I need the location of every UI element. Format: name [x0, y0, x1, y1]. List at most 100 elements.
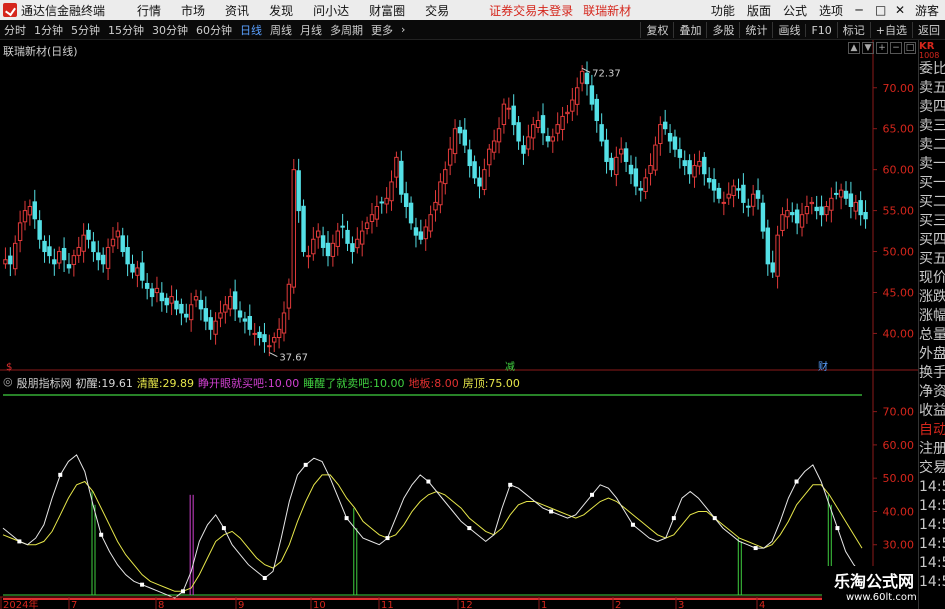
candle-body	[638, 188, 643, 191]
candle-body	[858, 200, 863, 216]
candle-body	[848, 193, 854, 208]
chevron-right-icon[interactable]: ›	[397, 23, 409, 36]
period-1min[interactable]: 1分钟	[30, 22, 67, 38]
tool-back[interactable]: 返回	[912, 22, 945, 38]
period-intraday[interactable]: 分时	[0, 22, 30, 38]
indicator-dot	[262, 576, 267, 581]
candle-body	[37, 220, 42, 240]
candle-body	[662, 121, 668, 130]
menu-wealth-circle[interactable]: 财富圈	[359, 2, 415, 19]
tool-adjust[interactable]: 复权	[640, 22, 673, 38]
candle-body	[394, 156, 399, 178]
candle-body	[262, 334, 267, 343]
indicator-dot	[549, 509, 554, 514]
menu-news[interactable]: 资讯	[215, 2, 259, 19]
period-weekly[interactable]: 周线	[266, 22, 296, 38]
menu-discover[interactable]: 发现	[259, 2, 303, 19]
candle-body	[775, 234, 780, 277]
scroll-up-icon[interactable]: ▲	[848, 42, 860, 54]
tool-mark[interactable]: 标记	[836, 22, 870, 38]
period-multi[interactable]: 多周期	[326, 22, 367, 38]
menu-quotes[interactable]: 行情	[127, 2, 171, 19]
candle-body	[770, 262, 775, 273]
candle-body	[296, 170, 301, 212]
period-5min[interactable]: 5分钟	[67, 22, 104, 38]
period-60min[interactable]: 60分钟	[192, 22, 236, 38]
candle-body	[355, 238, 360, 249]
zoom-out-icon[interactable]: −	[890, 42, 902, 54]
period-more[interactable]: 更多	[367, 22, 397, 38]
candle-body	[491, 140, 497, 153]
tool-statistics[interactable]: 统计	[739, 22, 772, 38]
panel-toggle-icon[interactable]: □	[904, 42, 916, 54]
tool-overlay[interactable]: 叠加	[673, 22, 706, 38]
candle-body	[140, 262, 145, 281]
indicator-yellow-line	[2, 474, 863, 592]
candle-body	[506, 107, 512, 110]
quote-item: 注册	[919, 441, 945, 457]
ind-y-axis-label: 50.00	[883, 472, 915, 485]
user-label[interactable]: 游客	[909, 2, 945, 19]
quote-item: 委比	[919, 61, 945, 77]
quote-item: 卖一	[919, 156, 945, 172]
y-axis-label: 60.00	[883, 164, 915, 177]
tool-multi-stock[interactable]: 多股	[706, 22, 739, 38]
candle-body	[570, 99, 575, 112]
candle-body	[330, 242, 336, 257]
menu-wenxiaoda[interactable]: 问小达	[303, 2, 359, 19]
candle-body	[242, 318, 248, 322]
candle-body	[677, 149, 683, 158]
menu-layout[interactable]: 版面	[741, 2, 777, 19]
candle-body	[125, 247, 130, 265]
candle-body	[311, 238, 316, 255]
close-icon[interactable]: ✕	[889, 3, 909, 17]
period-30min[interactable]: 30分钟	[148, 22, 192, 38]
candle-body	[604, 139, 609, 162]
tool-add-watchlist[interactable]: +自选	[869, 22, 912, 38]
candle-body	[306, 255, 311, 258]
watermark: 乐淘公式网 www.60lt.com	[822, 566, 918, 609]
candle-body	[702, 156, 707, 175]
period-daily[interactable]: 日线	[236, 22, 266, 38]
candle-body	[653, 144, 658, 171]
current-stock-name: 联瑞新材	[583, 3, 632, 18]
watermark-url: www.60lt.com	[846, 592, 917, 603]
y-axis-label: 50.00	[883, 246, 915, 259]
menu-market[interactable]: 市场	[171, 2, 215, 19]
indicator-settings-icon[interactable]: ◎	[3, 375, 13, 391]
menu-formula[interactable]: 公式	[777, 2, 813, 19]
x-axis-label: 11	[381, 600, 394, 609]
menu-trade[interactable]: 交易	[415, 2, 459, 19]
menu-functions[interactable]: 功能	[705, 2, 741, 19]
candle-body	[760, 202, 766, 232]
maximize-icon[interactable]: □	[869, 3, 889, 17]
tool-f10[interactable]: F10	[805, 23, 836, 37]
login-status[interactable]: 证券交易未登录	[489, 2, 573, 19]
candle-body	[438, 181, 443, 206]
x-axis-label: 12	[460, 600, 473, 609]
zoom-in-icon[interactable]: +	[876, 42, 888, 54]
candle-body	[535, 120, 541, 128]
period-15min[interactable]: 15分钟	[104, 22, 148, 38]
menu-options[interactable]: 选项	[813, 2, 849, 19]
indicator-dot	[467, 526, 472, 531]
menu-bar: 通达信金融终端 行情 市场 资讯 发现 问小达 财富圈 交易 证券交易未登录 联…	[0, 0, 945, 20]
candle-body	[521, 145, 526, 154]
indicator-name[interactable]: 殷朋指标网	[17, 375, 72, 391]
ind-y-axis-label: 30.00	[883, 539, 915, 552]
x-axis-label: 8	[158, 600, 164, 609]
scroll-down-icon[interactable]: ▼	[862, 42, 874, 54]
candle-body	[726, 193, 731, 199]
chart-canvas[interactable]: 70.00 65.00 60.00 55.00 50.00 45.00 40.00 72.37…	[0, 40, 918, 609]
period-monthly[interactable]: 月线	[296, 22, 326, 38]
candle-body	[188, 304, 194, 321]
candle-body	[379, 201, 384, 204]
tool-draw[interactable]: 画线	[772, 22, 805, 38]
quote-items: 委比 卖五 卖四 卖三 卖二 卖一 买一 买二 买三 买四 买五 现价 涨跌 涨幅 总量 外盘 换手 净资 收益 自动…	[919, 60, 945, 592]
candle-body	[374, 206, 380, 220]
candle-body	[487, 148, 492, 166]
minimize-icon[interactable]: ─	[849, 3, 869, 17]
indicator-dot	[344, 516, 349, 521]
candle-body	[477, 177, 482, 187]
indicator-dot	[140, 582, 145, 587]
